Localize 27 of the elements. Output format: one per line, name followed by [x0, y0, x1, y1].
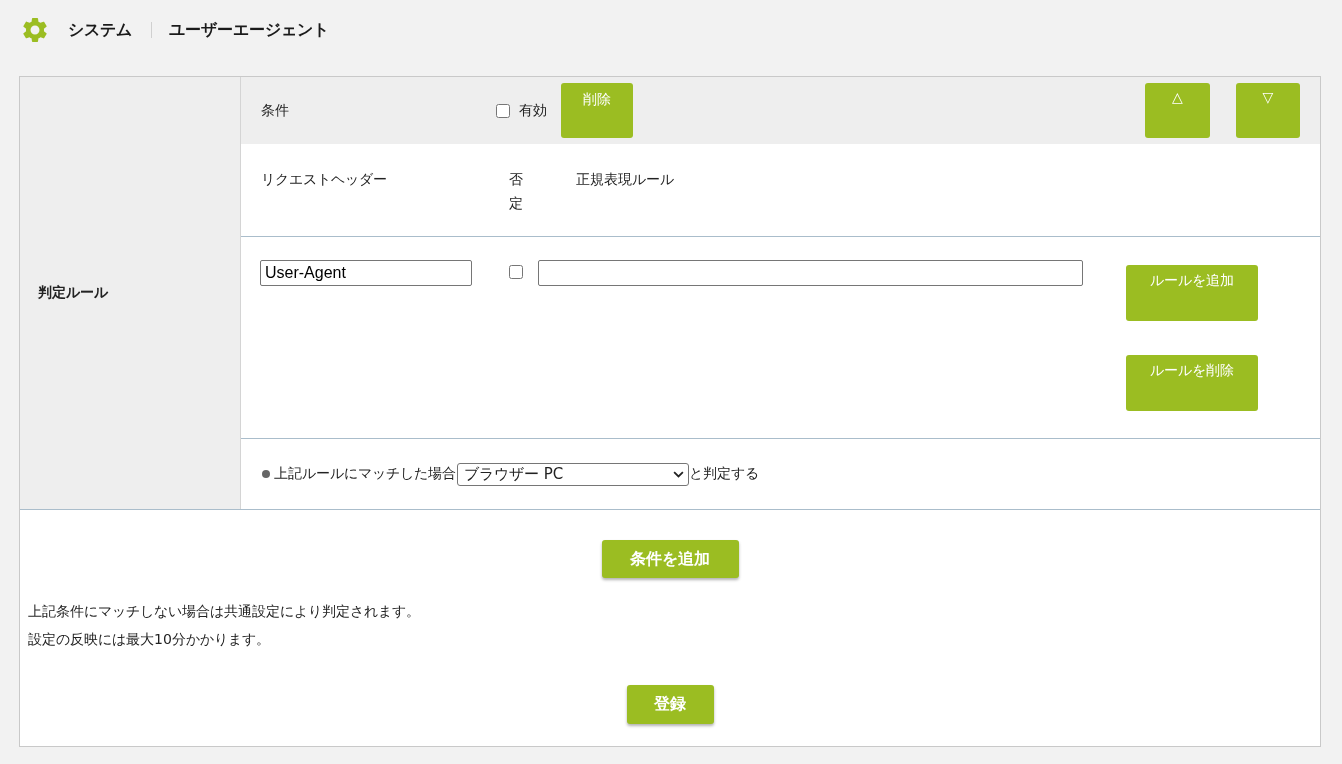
bullet-icon: [262, 470, 270, 478]
chevron-icon: [673, 470, 684, 478]
section-label: 判定ルール: [38, 284, 108, 302]
result-prefix-text: 上記ルールにマッチした場合: [274, 465, 456, 483]
result-suffix-text: と判定する: [689, 465, 759, 483]
breadcrumb-text: ユーザーエージェント: [169, 19, 329, 41]
add-condition-button[interactable]: 条件を追加: [601, 540, 739, 578]
gear-icon: [23, 18, 47, 42]
regex-input-field[interactable]: [538, 260, 1083, 286]
delete-rule-button[interactable]: ルールを削除: [1126, 355, 1258, 411]
negate-checkbox[interactable]: [509, 265, 523, 279]
column-header: リクエストヘッダー: [261, 170, 388, 189]
checkbox[interactable]: [496, 103, 510, 118]
condition-title: 条件: [261, 101, 290, 120]
note-text: 上記条件にマッチしない場合は共通設定により判定されます。: [28, 602, 421, 621]
column-header: 否定: [509, 170, 523, 213]
delete-button[interactable]: 削除: [561, 83, 633, 138]
move-down-button[interactable]: ▽: [1236, 83, 1300, 138]
add-rule-button[interactable]: ルールを追加: [1126, 265, 1258, 321]
breadcrumb-text: システム: [68, 19, 132, 41]
dropdown[interactable]: ブラウザー PC: [457, 462, 689, 486]
header-input-field[interactable]: User-Agent: [260, 260, 472, 286]
note-text: 設定の反映には最大10分かかります。: [28, 630, 271, 649]
submit-button[interactable]: 登録: [626, 685, 714, 724]
column-header: 正規表現ルール: [576, 170, 674, 189]
checkbox-label: 有効: [519, 101, 547, 120]
move-up-button[interactable]: △: [1145, 83, 1210, 138]
